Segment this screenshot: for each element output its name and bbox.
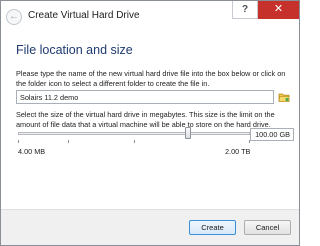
size-min-label: 4.00 MB xyxy=(18,147,46,156)
size-instructions: Select the size of the virtual hard driv… xyxy=(16,110,275,129)
section-heading: File location and size xyxy=(16,43,133,57)
create-virtual-hard-drive-dialog: ← Create Virtual Hard Drive ? ✕ File loc… xyxy=(0,0,300,246)
size-slider-track[interactable] xyxy=(18,132,250,135)
location-instructions: Please type the name of the new virtual … xyxy=(16,69,286,88)
size-value-input[interactable] xyxy=(250,128,294,141)
title-bar: ← Create Virtual Hard Drive ? ✕ xyxy=(1,1,299,31)
button-bar: Create Cancel xyxy=(1,209,299,245)
close-button[interactable]: ✕ xyxy=(258,1,299,19)
slider-tick xyxy=(134,140,135,143)
folder-icon[interactable] xyxy=(278,90,290,102)
back-arrow-icon[interactable]: ← xyxy=(6,9,22,25)
create-button[interactable]: Create xyxy=(189,220,236,235)
size-max-label: 2.00 TB xyxy=(225,147,251,156)
help-button[interactable]: ? xyxy=(232,1,258,19)
cancel-button[interactable]: Cancel xyxy=(244,220,291,235)
file-name-input[interactable] xyxy=(16,90,274,104)
slider-tick xyxy=(18,140,19,143)
size-slider-thumb[interactable] xyxy=(185,127,191,139)
slider-tick xyxy=(68,140,69,143)
window-title: Create Virtual Hard Drive xyxy=(28,10,140,21)
